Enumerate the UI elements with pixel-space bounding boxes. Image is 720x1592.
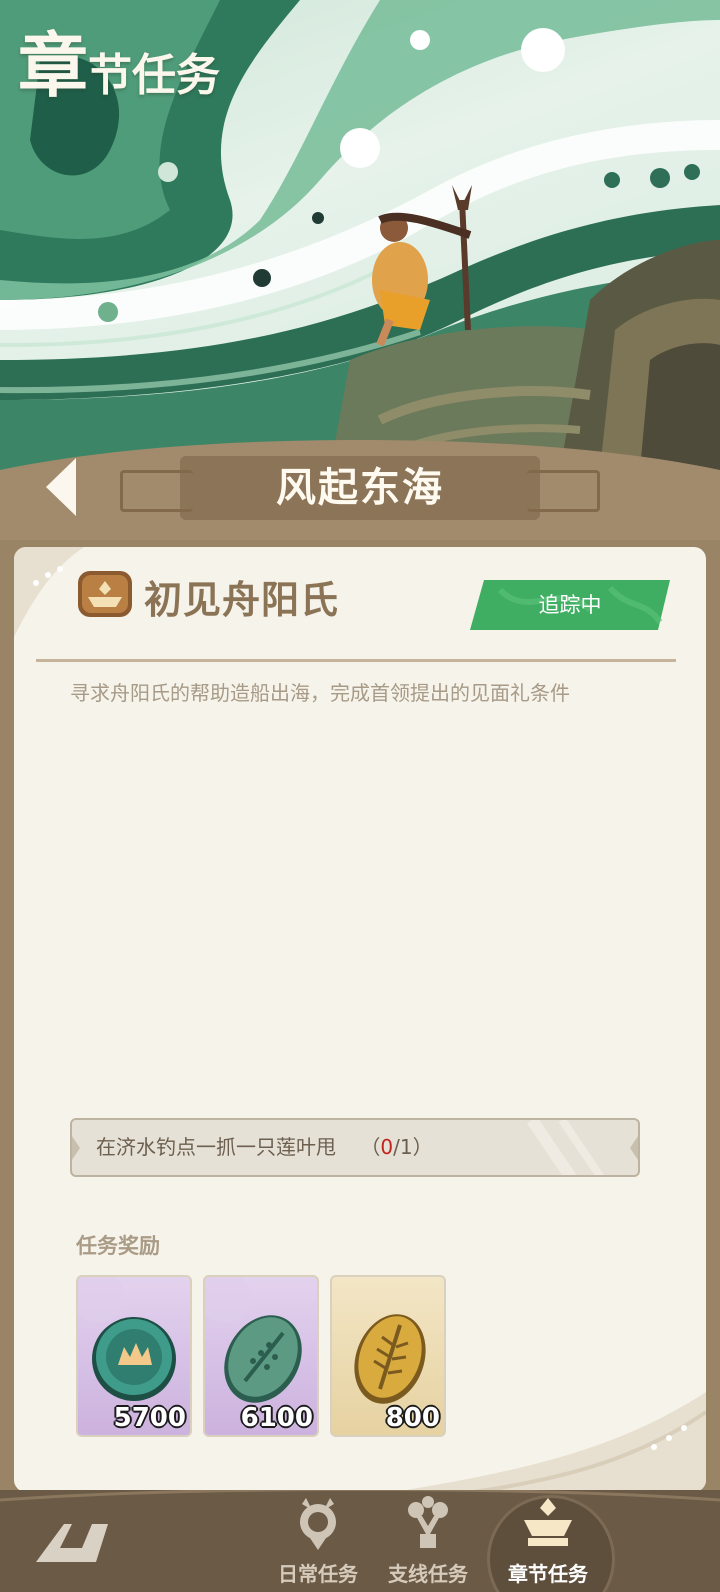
quest-objective[interactable]: 在济水钓点一抓一只莲叶甩 （0/1） [70,1118,640,1177]
chapter-banner-art: 章节任务 [0,0,720,470]
objective-progress: （0/1） [360,1135,432,1159]
objective-description: 在济水钓点一抓一只莲叶甩 [96,1135,336,1159]
branch-emblem-icon [408,1496,448,1548]
nav-label: 支线任务 [388,1562,468,1586]
nav-label: 章节任务 [508,1562,588,1586]
boat-emblem-icon [524,1498,572,1546]
reward-count: 800 [385,1403,440,1433]
page-title-rest: 节任务 [88,50,220,101]
tracking-status-label: 追踪中 [538,593,602,617]
rewards-label: 任务奖励 [76,1234,160,1258]
chapter-header: 风起东海 [0,440,720,540]
bird-emblem-icon [300,1498,336,1550]
page-title-first-char: 章 [18,25,88,107]
progress-total: 1 [399,1135,413,1159]
nav-tab-chapter[interactable]: 章节任务 [493,1490,603,1592]
chapter-title: 风起东海 [276,465,444,511]
reward-item[interactable]: 800 [330,1275,446,1437]
objective-text: 在济水钓点一抓一只莲叶甩 （0/1） [96,1120,433,1175]
reward-item[interactable]: 5700 [76,1275,192,1437]
page-title: 章节任务 [18,10,220,111]
reward-count: 5700 [113,1403,186,1433]
quest-description: 寻求舟阳氏的帮助造船出海，完成首领提出的见面礼条件 [70,681,570,705]
progress-separator: / [393,1135,400,1159]
reward-item[interactable]: 6100 [203,1275,319,1437]
back-button[interactable] [40,454,84,520]
nav-tab-side[interactable]: 支线任务 [373,1490,483,1592]
divider [36,659,676,662]
tracking-status-badge[interactable]: 追踪中 [470,580,670,630]
quest-card: 初见舟阳氏 追踪中 寻求舟阳氏的帮助造船出海，完成首领提出的见面礼条件 在济水钓… [14,547,706,1492]
bottom-nav: 日常任务 支线任务 章节任务 [0,1490,720,1592]
progress-current: 0 [380,1135,394,1159]
progress-open: （ [360,1135,381,1159]
quest-name: 初见舟阳氏 [144,578,340,622]
nav-tab-daily[interactable]: 日常任务 [263,1490,373,1592]
nav-label: 日常任务 [278,1562,358,1586]
game-logo-icon [36,1524,108,1562]
progress-close: ） [412,1135,433,1159]
back-arrow-icon [46,458,76,516]
boat-emblem-icon [78,571,132,617]
reward-count: 6100 [240,1403,313,1433]
chapter-title-plate: 风起东海 [120,456,600,520]
